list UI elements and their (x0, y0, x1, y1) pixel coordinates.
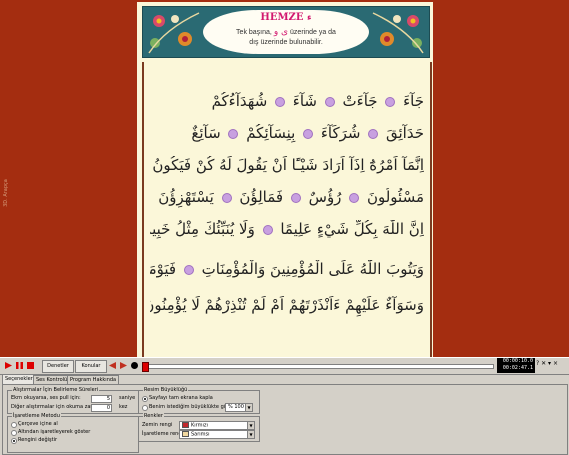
player-toolbar: Denetler Konular 00:00:10.0 00:02:47.1 ?… (0, 357, 569, 375)
method-radio-color[interactable] (11, 438, 17, 444)
method-option-label: Rengini değiştir (18, 437, 58, 443)
lesson-page: HEMZE ء Tek başına, ى و üzerinde ya da d… (137, 2, 433, 357)
view-radio-fullscreen[interactable] (142, 396, 148, 402)
record-icon[interactable] (130, 361, 139, 370)
konular-button[interactable]: Konular (75, 360, 107, 373)
method-radio-frame[interactable] (11, 422, 17, 428)
arabic-line: حَدَآئِقَ شُرَكَآءَ بِنِسَآئِكُمْ سَآئِغ… (191, 124, 424, 142)
time-current: 00:00:10.0 (502, 358, 533, 364)
row1-label: Ekrn okuyarsa, ses pull için: (11, 395, 81, 401)
view-option-label: Sayfayı tam ekrana kapla (149, 395, 213, 401)
repeat-group-label: Alıştırmalar İçin Belirleme Süreleri (12, 387, 100, 393)
mark-color-select[interactable]: Sarımsı ▼ (179, 430, 255, 439)
separator-dot-icon (228, 128, 239, 139)
header-title: HEMZE ء (203, 12, 369, 23)
progress-thumb[interactable] (142, 362, 149, 372)
marking-method-group: İşaretleme Metodu Çerçeve içine al Altın… (7, 413, 139, 453)
separator-dot-icon (303, 128, 314, 139)
bg-color-select[interactable]: Kırmızı ▼ (179, 421, 255, 430)
colors-group-label: Renkler (143, 413, 164, 419)
colors-group: Renkler Zemin rengi Kırmızı ▼ İşaretleme… (138, 413, 260, 442)
header-title-text: HEMZE (260, 12, 304, 23)
previous-arrow-icon[interactable] (108, 361, 117, 370)
options-panel: Alıştırmalar İçin Belirleme Süreleri Ekr… (2, 384, 568, 455)
header-line1-letters: ى و (273, 27, 289, 37)
arabic-line: جَآءَ جَآءَتْ شَآءَ شُهَدَآءُكُمْ (211, 92, 424, 110)
view-group-label: Resim Büyüklüğü (143, 387, 189, 393)
tab-ses-kontrolu[interactable]: Ses Kontrolü (33, 375, 71, 384)
hemze-letter: ء (306, 13, 312, 23)
header-line1-b: üzerinde ya da (290, 29, 336, 36)
method-radio-underline[interactable] (11, 430, 17, 436)
bg-color-swatch (182, 422, 189, 428)
floral-ornament-right-icon (369, 9, 427, 55)
floral-ornament-left-icon (145, 9, 203, 55)
time-total: 00:02:47.1 (502, 365, 533, 371)
bg-color-label: Zemin rengi (142, 422, 173, 428)
tab-program-hakkinda[interactable]: Program Hakkında (67, 375, 120, 384)
play-icon[interactable] (4, 361, 13, 370)
arabic-text-area: جَآءَ جَآءَتْ شَآءَ شُهَدَآءُكُمْ حَدَآئ… (142, 62, 432, 357)
tab-secenekler[interactable]: Seçenekler (2, 374, 36, 384)
mark-color-value: Sarımsı (191, 431, 210, 438)
separator-dot-icon (290, 192, 301, 203)
arabic-line: اِنَّ اللّٰهَ بِكُلِّ شَيْءٍ عَلِيمًا وَ… (150, 220, 424, 238)
separator-dot-icon (262, 224, 273, 235)
row1-unit: saniye (119, 395, 136, 401)
method-group-label: İşaretleme Metodu (12, 413, 61, 419)
header-line-1: Tek başına, ى و üzerinde ya da (203, 27, 369, 37)
stop-icon[interactable] (26, 361, 35, 370)
bg-color-value: Kırmızı (191, 422, 208, 429)
mark-color-swatch (182, 431, 189, 437)
arabic-line: وَسَوَآءٌ عَلَيْهِمْ ءَاَنْذَرْتَهُمْ اَ… (150, 296, 424, 322)
row2-value-input[interactable]: 0 (91, 404, 112, 412)
header-line-2: dış üzerinde bulunabilir. (249, 39, 323, 46)
konular-label: Konular (81, 363, 101, 369)
header-plate: HEMZE ء Tek başına, ى و üzerinde ya da d… (203, 10, 369, 54)
arabic-line: وَيَتُوبَ اللّٰهُ عَلَى الْمُؤْمِنِينَ و… (150, 260, 424, 286)
time-display: 00:00:10.0 00:02:47.1 (497, 358, 535, 373)
separator-dot-icon (324, 96, 335, 107)
arabic-line: مَسْئُولُونَ رُؤُسٌ فَمَالِؤُنَ يَسْتَهْ… (150, 188, 424, 214)
header-line1-a: Tek başına, (236, 29, 272, 36)
method-option-label: Altından işaretleyerek göster (18, 429, 91, 435)
separator-dot-icon (368, 128, 379, 139)
view-radio-custom[interactable] (142, 405, 148, 411)
arabic-line: اِنَّمَآ اَمْرُهُٓ اِذَآ اَرَادَ شَيْـًٔ… (150, 156, 424, 182)
separator-dot-icon (349, 192, 360, 203)
chevron-down-icon[interactable]: ▼ (247, 431, 254, 438)
window-controls[interactable]: ? ✕ ▾ × (536, 360, 558, 367)
row1-value-input[interactable]: 5 (91, 395, 112, 403)
zoom-select[interactable]: % 100 ▼ (225, 403, 253, 412)
separator-dot-icon (221, 192, 232, 203)
progress-slider[interactable] (142, 362, 494, 372)
chevron-down-icon[interactable]: ▼ (245, 404, 252, 411)
denetler-button[interactable]: Denetler (42, 360, 74, 373)
chevron-down-icon[interactable]: ▼ (247, 422, 254, 429)
method-option-label: Çerçeve içine al (18, 421, 58, 427)
row2-unit: kez (119, 404, 128, 410)
separator-dot-icon (385, 96, 396, 107)
denetler-label: Denetler (47, 363, 69, 369)
mark-color-label: İşaretleme rengi (142, 431, 183, 437)
separator-dot-icon (275, 96, 286, 107)
zoom-value: % 100 (228, 404, 244, 410)
next-arrow-icon[interactable] (119, 361, 128, 370)
lesson-header: HEMZE ء Tek başına, ى و üzerinde ya da d… (142, 6, 430, 58)
side-vertical-label: 3D. Arapça (2, 179, 9, 207)
pause-icon[interactable] (15, 361, 24, 370)
image-size-group: Resim Büyüklüğü Sayfayı tam ekrana kapla… (138, 387, 260, 414)
repeat-settings-group: Alıştırmalar İçin Belirleme Süreleri Ekr… (7, 387, 139, 414)
separator-dot-icon (183, 264, 194, 275)
